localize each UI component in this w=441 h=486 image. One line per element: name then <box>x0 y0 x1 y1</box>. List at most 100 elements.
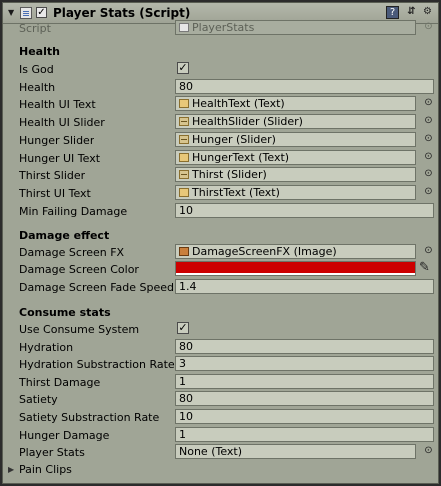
damage-screen-fx-field[interactable]: DamageScreenFX (Image) <box>175 244 416 259</box>
script-row: Script PlayerStats ⊙ <box>3 20 438 37</box>
component-title: Player Stats (Script) <box>53 6 191 20</box>
object-picker-icon[interactable]: ⊙ <box>423 168 434 179</box>
damage-screen-color-swatch[interactable] <box>175 261 416 276</box>
player-stats-label: Player Stats <box>19 446 85 459</box>
damage-screen-fx-label: Damage Screen FX <box>19 246 125 259</box>
thirst-ui-text-field[interactable]: ThirstText (Text) <box>175 185 416 200</box>
image-component-icon <box>179 247 189 256</box>
section-heading-health: Health <box>19 45 60 58</box>
text-component-icon <box>179 188 189 197</box>
hunger-damage-input[interactable]: 1 <box>175 427 434 442</box>
hunger-ui-text-row: Hunger UI Text HungerText (Text) ⊙ <box>3 150 438 167</box>
damage-screen-color-row: Damage Screen Color ✎ <box>3 260 438 278</box>
eyedropper-icon[interactable]: ✎ <box>419 260 430 275</box>
preset-icon[interactable]: ⇵ <box>405 6 418 19</box>
satiety-input[interactable]: 80 <box>175 391 434 406</box>
use-consume-system-row: Use Consume System ✓ <box>3 321 438 338</box>
min-failing-damage-row: Min Failing Damage 10 <box>3 203 438 220</box>
hunger-slider-label: Hunger Slider <box>19 134 95 147</box>
damage-screen-fade-speed-row: Damage Screen Fade Speed 1.4 <box>3 279 438 296</box>
use-consume-system-label: Use Consume System <box>19 323 140 336</box>
script-icon <box>179 23 189 32</box>
object-picker-icon[interactable]: ⊙ <box>423 115 434 126</box>
use-consume-system-checkbox[interactable]: ✓ <box>177 322 189 334</box>
is-god-checkbox[interactable]: ✓ <box>177 62 189 74</box>
hunger-ui-text-label: Hunger UI Text <box>19 152 101 165</box>
text-component-icon <box>179 99 189 108</box>
slider-component-icon <box>179 170 189 179</box>
min-failing-damage-input[interactable]: 10 <box>175 203 434 218</box>
thirst-ui-text-row: Thirst UI Text ThirstText (Text) ⊙ <box>3 185 438 202</box>
thirst-slider-value: Thirst (Slider) <box>192 168 267 181</box>
component-enabled-checkbox[interactable]: ✓ <box>36 7 47 18</box>
pain-clips-label: Pain Clips <box>19 463 72 476</box>
script-value: PlayerStats <box>192 21 255 34</box>
health-row: Health 80 <box>3 79 438 96</box>
hydration-substraction-rate-input[interactable]: 3 <box>175 356 434 371</box>
hydration-substraction-rate-label: Hydration Substraction Rate <box>19 358 175 371</box>
section-heading-damage-effect: Damage effect <box>19 229 110 242</box>
health-ui-text-value: HealthText (Text) <box>192 97 285 110</box>
hunger-damage-label: Hunger Damage <box>19 429 110 442</box>
thirst-ui-text-label: Thirst UI Text <box>19 187 91 200</box>
text-component-icon <box>179 153 189 162</box>
satiety-substraction-rate-row: Satiety Substraction Rate 10 <box>3 409 438 426</box>
health-ui-slider-field[interactable]: HealthSlider (Slider) <box>175 114 416 129</box>
section-heading-consume-stats: Consume stats <box>19 306 111 319</box>
thirst-damage-label: Thirst Damage <box>19 376 101 389</box>
damage-screen-fade-speed-label: Damage Screen Fade Speed <box>19 281 175 294</box>
thirst-ui-text-value: ThirstText (Text) <box>192 186 280 199</box>
health-label: Health <box>19 81 56 94</box>
min-failing-damage-label: Min Failing Damage <box>19 205 128 218</box>
thirst-slider-row: Thirst Slider Thirst (Slider) ⊙ <box>3 167 438 184</box>
player-stats-row: Player Stats None (Text) ⊙ <box>3 444 438 461</box>
hunger-damage-row: Hunger Damage 1 <box>3 427 438 444</box>
is-god-label: Is God <box>19 63 54 76</box>
object-picker-icon[interactable]: ⊙ <box>423 245 434 256</box>
hunger-ui-text-field[interactable]: HungerText (Text) <box>175 150 416 165</box>
hunger-slider-field[interactable]: Hunger (Slider) <box>175 132 416 147</box>
script-field[interactable]: PlayerStats <box>175 20 416 35</box>
health-ui-slider-value: HealthSlider (Slider) <box>192 115 303 128</box>
object-picker-icon[interactable]: ⊙ <box>423 97 434 108</box>
script-label: Script <box>19 22 51 35</box>
slider-component-icon <box>179 135 189 144</box>
thirst-slider-field[interactable]: Thirst (Slider) <box>175 167 416 182</box>
damage-screen-fade-speed-input[interactable]: 1.4 <box>175 279 434 294</box>
pain-clips-row[interactable]: ▶ Pain Clips <box>3 461 438 478</box>
foldout-closed-icon[interactable]: ▶ <box>8 465 14 474</box>
damage-screen-fx-row: Damage Screen FX DamageScreenFX (Image) … <box>3 244 438 261</box>
hydration-label: Hydration <box>19 341 74 354</box>
slider-component-icon <box>179 117 189 126</box>
satiety-substraction-rate-label: Satiety Substraction Rate <box>19 411 160 424</box>
object-picker-icon[interactable]: ⊙ <box>423 133 434 144</box>
health-ui-slider-label: Health UI Slider <box>19 116 105 129</box>
health-ui-text-row: Health UI Text HealthText (Text) ⊙ <box>3 96 438 113</box>
is-god-row: Is God ✓ <box>3 61 438 78</box>
hydration-input[interactable]: 80 <box>175 339 434 354</box>
book-icon[interactable]: ? <box>386 6 399 19</box>
satiety-substraction-rate-input[interactable]: 10 <box>175 409 434 424</box>
hunger-slider-row: Hunger Slider Hunger (Slider) ⊙ <box>3 132 438 149</box>
damage-screen-color-label: Damage Screen Color <box>19 263 139 276</box>
gear-icon[interactable]: ⚙ <box>421 6 434 19</box>
hunger-slider-value: Hunger (Slider) <box>192 133 276 146</box>
satiety-label: Satiety <box>19 393 58 406</box>
damage-screen-fx-value: DamageScreenFX (Image) <box>192 245 337 258</box>
health-ui-text-field[interactable]: HealthText (Text) <box>175 96 416 111</box>
health-ui-slider-row: Health UI Slider HealthSlider (Slider) ⊙ <box>3 114 438 131</box>
script-icon <box>20 7 32 19</box>
thirst-damage-row: Thirst Damage 1 <box>3 374 438 391</box>
object-picker-icon[interactable]: ⊙ <box>423 186 434 197</box>
health-ui-text-label: Health UI Text <box>19 98 96 111</box>
health-input[interactable]: 80 <box>175 79 434 94</box>
object-picker-icon[interactable]: ⊙ <box>423 151 434 162</box>
thirst-slider-label: Thirst Slider <box>19 169 86 182</box>
object-picker-icon[interactable]: ⊙ <box>423 445 434 456</box>
foldout-open-icon[interactable]: ▼ <box>8 8 14 17</box>
hydration-row: Hydration 80 <box>3 339 438 356</box>
inspector-panel: ▼ ✓ Player Stats (Script) ? ⇵ ⚙ Script P… <box>2 2 439 484</box>
thirst-damage-input[interactable]: 1 <box>175 374 434 389</box>
hydration-substraction-rate-row: Hydration Substraction Rate 3 <box>3 356 438 373</box>
player-stats-field[interactable]: None (Text) <box>175 444 416 459</box>
